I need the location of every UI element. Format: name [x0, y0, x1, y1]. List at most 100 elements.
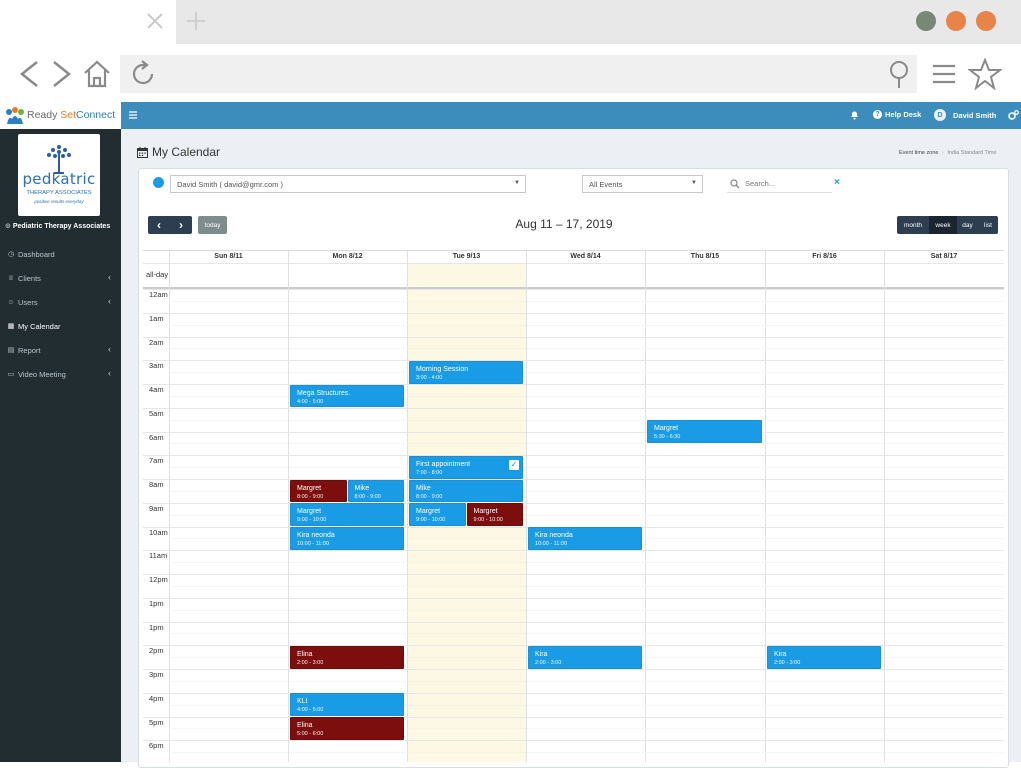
half-hour-line — [169, 633, 1004, 635]
event-title: Mike — [416, 484, 431, 492]
window-close-dot[interactable] — [976, 11, 996, 31]
hour-label: 7am — [149, 456, 164, 466]
users-icon: ☺ — [7, 298, 15, 306]
calendar-event[interactable]: Kira neonda 10:00 - 11:00 — [528, 527, 642, 550]
org-name-text: Pediatric Therapy Associates — [12, 223, 111, 230]
events-filter-select[interactable]: All Events ▼ — [582, 175, 703, 193]
sidebar-item-report[interactable]: ▤ Report ‹ — [0, 341, 121, 359]
hour-label: 1am — [149, 313, 164, 323]
close-icon[interactable] — [146, 12, 164, 30]
half-hour-line — [169, 585, 1004, 587]
view-day-button[interactable]: day — [957, 216, 978, 234]
half-hour-line — [169, 680, 1004, 682]
help-desk-label: Help Desk — [885, 110, 922, 119]
day-header[interactable]: Mon 8/12 — [288, 253, 407, 260]
calendar-event[interactable]: Kira 2:00 - 3:00 — [528, 645, 642, 669]
caret-down-icon: ▼ — [691, 180, 697, 186]
event-time: 2:00 - 3:00 — [535, 659, 562, 666]
hour-row-line — [143, 692, 1004, 694]
event-time: 8:00 - 9:00 — [297, 493, 324, 500]
window-maximize-dot[interactable] — [946, 11, 966, 31]
browser-tab[interactable] — [0, 0, 176, 44]
calendar-event[interactable]: Mike 8:00 - 9:00 — [409, 479, 523, 503]
plus-icon[interactable] — [186, 11, 206, 31]
next-week-button[interactable]: › — [170, 216, 192, 234]
event-time: 9:00 - 10:00 — [297, 517, 327, 524]
calendar-event[interactable]: Margret 9:00 - 10:00 — [290, 503, 404, 526]
event-time: 10:00 - 11:00 — [297, 541, 330, 547]
day-header[interactable]: Fri 8/16 — [765, 253, 884, 260]
help-desk-link[interactable]: ? Help Desk — [873, 110, 921, 119]
view-month-button[interactable]: month — [897, 216, 929, 234]
calendar-event[interactable]: Kira neonda 10:00 - 11:00 — [290, 527, 404, 550]
trophy-icon: ♕ — [7, 275, 15, 282]
prev-week-button[interactable]: ‹ — [148, 216, 170, 234]
day-header[interactable]: Wed 8/14 — [526, 253, 645, 260]
event-time: 3:00 - 4:00 — [416, 374, 443, 381]
address-bar[interactable] — [120, 55, 917, 93]
star-icon[interactable] — [968, 58, 1002, 90]
sidebar-item-video-meeting[interactable]: ▭ Video Meeting ‹ — [0, 365, 121, 383]
reload-icon[interactable] — [128, 59, 158, 89]
checkbox-checked-icon[interactable]: ✓ — [509, 459, 519, 470]
day-header[interactable]: Thu 8/15 — [645, 253, 765, 260]
hour-row-line — [143, 360, 1004, 362]
sidebar-item-clients[interactable]: ♕ Clients ‹ — [0, 269, 121, 287]
menu-icon[interactable] — [932, 63, 956, 85]
view-week-button[interactable]: week — [929, 216, 957, 234]
day-header[interactable]: Sat 8/17 — [884, 253, 1004, 260]
day-header[interactable]: Tue 9/13 — [407, 253, 526, 260]
breadcrumb-separator: › — [941, 150, 944, 156]
calendar-event[interactable]: Mega Structures. 4:00 - 5:00 — [290, 384, 404, 408]
org-name: ⊙ Pediatric Therapy Associates — [5, 222, 121, 230]
search-box[interactable]: Search... — [727, 175, 832, 193]
event-time: 9:00 - 10:00 — [473, 517, 503, 524]
user-select[interactable]: David Smith ( david@gmr.com ) ▼ — [170, 175, 526, 193]
day-column-divider — [526, 251, 527, 762]
half-hour-line — [169, 467, 1004, 469]
calendar-event[interactable]: First appointment 7:00 - 8:00 ✓ — [409, 455, 523, 479]
sidebar-item-label: Video Meeting — [18, 369, 66, 379]
calendar-event[interactable]: Margret 8:00 - 9:00 — [290, 479, 347, 503]
home-icon[interactable] — [82, 59, 112, 89]
hour-row-line — [143, 479, 1004, 480]
hour-label: 12am — [149, 290, 168, 299]
hour-row-line — [143, 716, 1004, 718]
hamburger-icon[interactable] — [129, 111, 137, 119]
search-input[interactable]: Search... — [745, 179, 775, 188]
location-pin-icon[interactable] — [888, 60, 910, 90]
avatar: D — [934, 109, 946, 121]
event-title: Morning Session — [416, 365, 469, 373]
sidebar-item-dashboard[interactable]: ◷ Dashboard — [0, 245, 121, 263]
day-column-divider — [407, 251, 408, 762]
view-list-button[interactable]: list — [978, 216, 998, 234]
app-logo[interactable]: Ready SetConnect — [0, 102, 121, 129]
event-time: 4:00 - 5:00 — [297, 707, 324, 714]
today-button[interactable]: today — [198, 216, 227, 234]
bell-icon[interactable] — [850, 110, 859, 120]
chevron-left-icon: ‹ — [108, 344, 111, 354]
gears-icon[interactable] — [1008, 110, 1019, 120]
back-icon[interactable] — [18, 60, 40, 88]
sidebar-item-users[interactable]: ☺ Users ‹ — [0, 293, 121, 311]
calendar-event[interactable]: Mike 8:00 - 9:00 — [347, 479, 404, 503]
week-grid: Sun 8/11 Mon 8/12 Tue 9/13 Wed 8/14 Thu 8/15… — [143, 250, 1004, 762]
event-title: Margret — [416, 508, 441, 516]
window-minimize-dot[interactable] — [916, 11, 936, 31]
calendar-event[interactable]: Morning Session 3:00 - 4:00 — [409, 360, 523, 384]
calendar-event[interactable]: Margret 9:00 - 10:00 — [466, 503, 523, 526]
calendar-event[interactable]: Elina 2:00 - 3:00 — [290, 645, 404, 669]
forward-icon[interactable] — [51, 60, 73, 88]
half-hour-line — [169, 419, 1004, 421]
calendar-event[interactable]: Elina 5:00 - 6:00 — [290, 717, 404, 740]
clear-search-icon[interactable]: × — [834, 177, 840, 188]
sidebar-item-my-calendar[interactable]: ▦ My Calendar — [0, 317, 121, 335]
half-hour-line — [169, 300, 1004, 302]
day-header[interactable]: Sun 8/11 — [169, 253, 288, 260]
calendar-event[interactable]: Kira 2:00 - 3:00 — [767, 645, 881, 669]
people-logo-icon — [6, 107, 24, 124]
calendar-event[interactable]: Margret 5:30 - 6:30 — [647, 420, 762, 443]
calendar-event[interactable]: Margret 9:00 - 10:00 — [409, 503, 466, 526]
user-menu[interactable]: D David Smith — [934, 109, 996, 121]
calendar-event[interactable]: KLI 4:00 - 5:00 — [290, 693, 404, 716]
